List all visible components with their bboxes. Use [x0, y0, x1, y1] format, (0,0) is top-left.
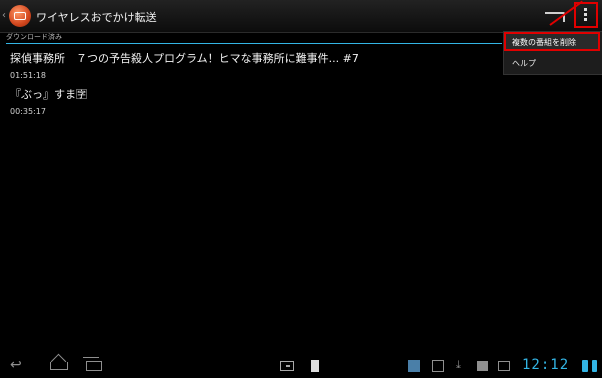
recent-apps-icon[interactable] — [83, 357, 102, 371]
overflow-menu-icon — [584, 8, 588, 23]
document-icon[interactable] — [311, 360, 319, 372]
overflow-menu: 複数の番組を削除 ヘルプ — [503, 31, 602, 75]
section-header: ダウンロード済み — [6, 33, 502, 44]
program-list-item[interactable]: 『ぶっ』すま🈑 00:35:17 — [10, 86, 87, 116]
notification-image-icon[interactable] — [408, 360, 420, 372]
download-icon[interactable]: ⤓ — [456, 358, 468, 371]
program-list-item[interactable]: 探偵事務所 ７つの予告殺人プログラム！ヒマな事務所に難事件... #7 01:5… — [10, 50, 359, 80]
app-icon[interactable] — [9, 5, 31, 27]
mail-icon[interactable] — [498, 361, 510, 371]
program-duration: 01:51:18 — [10, 71, 46, 80]
gallery-icon[interactable] — [432, 360, 444, 372]
back-icon[interactable]: ↩ — [10, 357, 22, 373]
back-caret-icon[interactable]: ‹ — [2, 10, 6, 21]
section-header-label: ダウンロード済み — [6, 33, 62, 41]
program-duration: 00:35:17 — [10, 107, 46, 116]
menu-item-delete-multiple[interactable]: 複数の番組を削除 — [504, 32, 600, 51]
camera-icon[interactable] — [477, 361, 488, 371]
app-title: ワイヤレスおでかけ転送 — [36, 11, 157, 24]
system-bar: ↩ ⤓ 12:12 — [0, 352, 602, 378]
home-icon[interactable] — [50, 362, 68, 370]
action-bar: ‹ ワイヤレスおでかけ転送 — [0, 0, 602, 33]
battery-indicator-icon — [592, 360, 597, 372]
menu-item-help[interactable]: ヘルプ — [504, 54, 600, 72]
battery-icon — [582, 360, 588, 372]
screen-icon[interactable] — [280, 361, 294, 371]
clock: 12:12 — [522, 357, 570, 373]
program-title: 『ぶっ』すま🈑 — [10, 88, 87, 101]
program-title: 探偵事務所 ７つの予告殺人プログラム！ヒマな事務所に難事件... #7 — [10, 52, 359, 65]
